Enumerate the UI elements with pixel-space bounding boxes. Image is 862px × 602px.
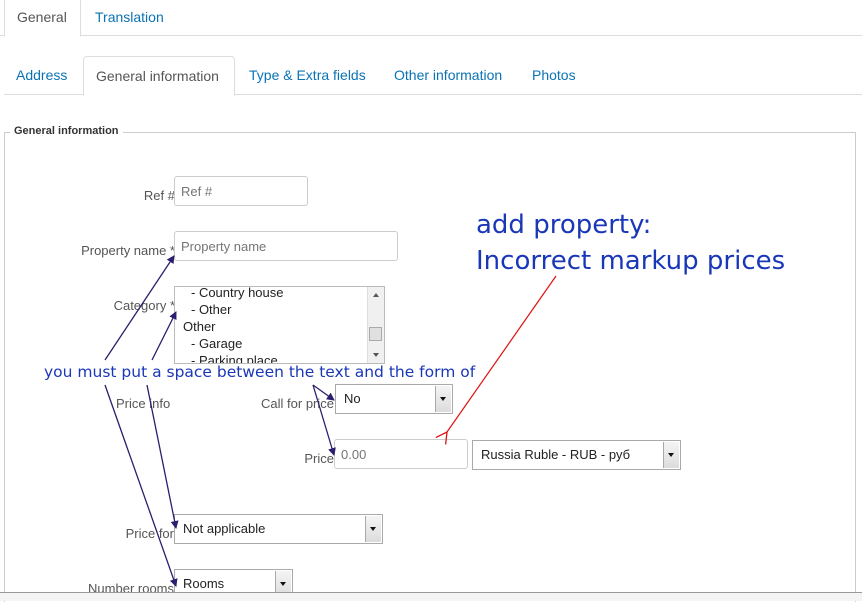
arrow-to-price-for	[146, 384, 179, 529]
red-arrow	[447, 275, 557, 432]
tab-general[interactable]: General	[4, 0, 81, 37]
annotation-title-line1: add property:	[476, 210, 652, 240]
arrow-to-number-rooms	[104, 384, 178, 587]
arrow-to-price	[312, 384, 336, 456]
tab-general-information[interactable]: General information	[83, 56, 235, 96]
arrow-to-category	[151, 311, 177, 361]
annotation-title-line2: Incorrect markup prices	[476, 246, 786, 276]
arrow-to-property-name	[104, 255, 175, 361]
annotation-note: you must put a space between the text an…	[44, 363, 476, 381]
